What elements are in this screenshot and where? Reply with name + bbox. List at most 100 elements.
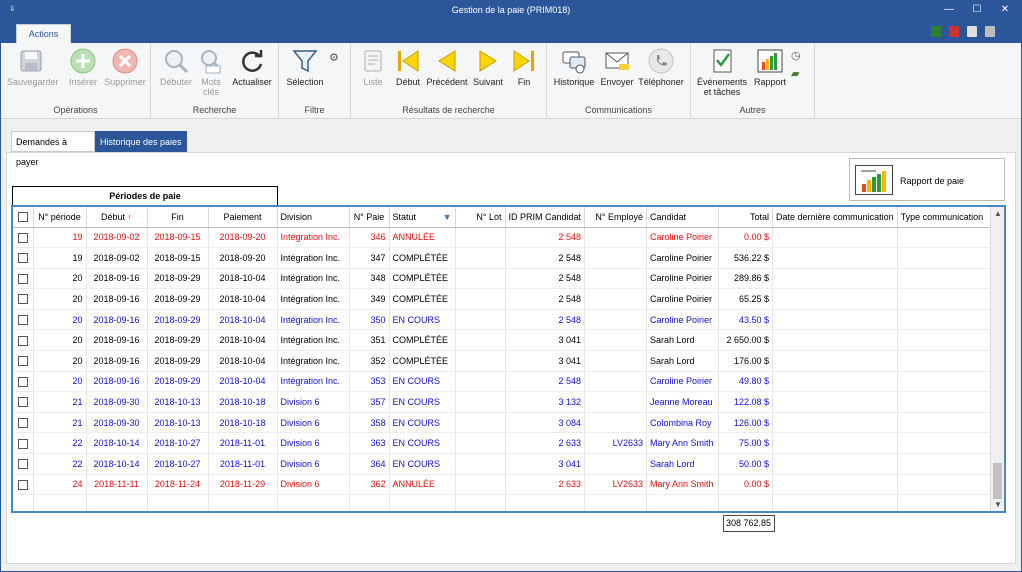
row-checkbox[interactable] [17, 459, 28, 470]
calculator-icon[interactable] [931, 26, 941, 37]
row-checkbox-cell[interactable] [13, 453, 34, 475]
grand-total: 308 762.85 [723, 515, 775, 532]
row-checkbox-cell[interactable] [13, 371, 34, 393]
row-checkbox[interactable] [17, 438, 28, 449]
row-checkbox[interactable] [17, 397, 28, 408]
select-all-checkbox[interactable] [17, 212, 28, 223]
col-header-periode[interactable]: N° période [33, 207, 87, 228]
row-checkbox-cell[interactable] [13, 474, 34, 496]
table-row[interactable]: 20 2018-09-16 2018-09-29 2018-10-04 Intégrat… [13, 371, 997, 393]
tab-demandes-a-payer[interactable]: Demandes à payer [11, 131, 95, 167]
list-button[interactable]: Liste [357, 47, 389, 87]
cell-fin: 2018-09-29 [147, 309, 209, 331]
col-header-candidat[interactable]: Candidat [646, 207, 720, 228]
row-checkbox-cell[interactable] [13, 329, 34, 352]
col-header-id-prim[interactable]: ID PRIM Candidat [505, 207, 586, 228]
table-row[interactable]: 22 2018-10-14 2018-10-27 2018-11-01 Division… [13, 453, 997, 475]
filter-settings-gear-icon[interactable]: ⚙ [329, 51, 339, 64]
table-row[interactable]: 19 2018-09-02 2018-09-15 2018-09-20 Intégrat… [13, 247, 997, 269]
row-checkbox[interactable] [17, 253, 28, 264]
report-button[interactable]: Rapport [751, 47, 789, 87]
last-button[interactable]: Fin [509, 47, 539, 87]
scroll-up-icon[interactable]: ▲ [994, 209, 1002, 218]
debuter-button[interactable]: Débuter [156, 47, 196, 87]
row-checkbox[interactable] [17, 273, 28, 284]
next-button[interactable]: Suivant [471, 47, 505, 87]
row-checkbox-cell[interactable] [13, 432, 34, 455]
rapport-de-paie-button[interactable]: Rapport de paie [849, 158, 1005, 201]
previous-button[interactable]: Précédent [425, 47, 469, 87]
scroll-down-icon[interactable]: ▼ [994, 500, 1002, 509]
row-checkbox-cell[interactable] [13, 227, 34, 249]
col-header-debut-label: Début [100, 211, 125, 222]
delete-button[interactable]: Supprimer [101, 47, 149, 87]
maximize-button[interactable]: ☐ [963, 1, 991, 21]
select-all-checkbox-cell[interactable] [13, 207, 34, 228]
insert-button[interactable]: Insérer [63, 47, 103, 87]
row-checkbox[interactable] [17, 294, 28, 305]
row-checkbox[interactable] [17, 314, 28, 325]
table-row[interactable]: 20 2018-09-16 2018-09-29 2018-10-04 Intégrat… [13, 288, 997, 310]
table-row[interactable]: 20 2018-09-16 2018-09-29 2018-10-04 Intégrat… [13, 268, 997, 290]
lock-icon[interactable] [967, 26, 977, 37]
col-header-total[interactable]: Total [718, 207, 774, 228]
close-button[interactable]: ✕ [991, 1, 1019, 21]
col-header-debut[interactable]: Début ↑ [86, 207, 148, 228]
cell-idprim: 3 132 [505, 391, 586, 413]
cell-date-derniere-comm [772, 371, 898, 393]
table-row[interactable]: 21 2018-09-30 2018-10-13 2018-10-18 Division… [13, 391, 997, 413]
col-header-division[interactable]: Division [277, 207, 350, 228]
tab-historique-des-paies[interactable]: Historique des paies [95, 131, 187, 152]
vertical-scrollbar[interactable]: ▲ ▼ [990, 207, 1004, 511]
row-checkbox[interactable] [17, 335, 28, 346]
row-checkbox[interactable] [17, 417, 28, 428]
cell-division: Division 6 [277, 432, 350, 455]
phone-button[interactable]: Téléphoner [635, 47, 687, 87]
minimize-button[interactable]: — [935, 1, 963, 21]
table-row[interactable]: 22 2018-10-14 2018-10-27 2018-11-01 Division… [13, 432, 997, 455]
help-icon[interactable] [985, 26, 995, 37]
row-checkbox-cell[interactable] [13, 247, 34, 269]
col-header-no-lot[interactable]: N° Lot [455, 207, 506, 228]
row-checkbox-cell[interactable] [13, 268, 34, 290]
send-button[interactable]: Envoyer [599, 47, 635, 87]
row-checkbox[interactable] [17, 376, 28, 387]
scroll-thumb[interactable] [993, 463, 1002, 499]
cell-statut: ANNULÉE [389, 474, 456, 496]
column-filter-icon[interactable]: ▼ [443, 212, 452, 222]
flag-icon[interactable] [949, 26, 959, 37]
col-header-date-derniere-comm[interactable]: Date dernière communication [772, 207, 898, 228]
row-checkbox[interactable] [17, 356, 28, 367]
table-row[interactable]: 19 2018-09-02 2018-09-15 2018-09-20 Intégrat… [13, 227, 997, 249]
row-checkbox[interactable] [17, 479, 28, 490]
table-row[interactable]: 24 2018-11-11 2018-11-24 2018-11-29 Division… [13, 474, 997, 496]
table-row[interactable]: 20 2018-09-16 2018-09-29 2018-10-04 Intégrat… [13, 329, 997, 352]
col-header-statut[interactable]: Statut ▼ [389, 207, 456, 228]
clock-history-icon[interactable]: ◷ [791, 49, 801, 62]
row-checkbox-cell[interactable] [13, 391, 34, 413]
table-row[interactable]: 20 2018-09-16 2018-09-29 2018-10-04 Intégrat… [13, 309, 997, 331]
col-header-fin[interactable]: Fin [147, 207, 209, 228]
money-icon[interactable]: ▰ [791, 67, 799, 80]
row-checkbox[interactable] [17, 232, 28, 243]
first-button[interactable]: Début [393, 47, 423, 87]
row-checkbox-cell[interactable] [13, 412, 34, 434]
col-header-no-paie[interactable]: N° Paie [349, 207, 390, 228]
history-button[interactable]: Historique [551, 47, 597, 87]
tab-actions[interactable]: Actions [16, 24, 71, 43]
col-header-paiement[interactable]: Paiement [208, 207, 278, 228]
row-checkbox-cell[interactable] [13, 288, 34, 310]
group-communications: Historique Envoyer Téléphoner Communicat… [547, 43, 691, 119]
selection-button[interactable]: Sélection [283, 47, 327, 87]
refresh-button[interactable]: Actualiser [229, 47, 275, 87]
save-button[interactable]: Sauvegarder [7, 47, 59, 87]
col-header-no-employe[interactable]: N° Employé [584, 207, 648, 228]
row-checkbox-cell[interactable] [13, 350, 34, 372]
col-header-type-comm[interactable]: Type communication [897, 207, 997, 228]
keywords-button[interactable]: Mots clés [197, 47, 225, 97]
events-tasks-button[interactable]: Événements et tâches [695, 47, 749, 97]
cell-employe [584, 412, 648, 434]
row-checkbox-cell[interactable] [13, 309, 34, 331]
table-row[interactable]: 21 2018-09-30 2018-10-13 2018-10-18 Division… [13, 412, 997, 434]
table-row[interactable]: 20 2018-09-16 2018-09-29 2018-10-04 Intégrat… [13, 350, 997, 372]
